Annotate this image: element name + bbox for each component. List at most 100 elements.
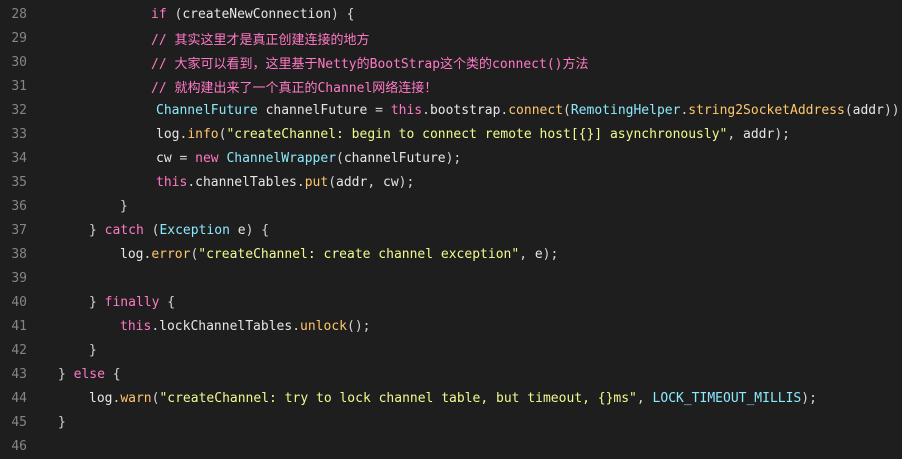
code-token: . bbox=[292, 318, 301, 334]
code-token: . bbox=[151, 318, 160, 334]
code-token: LOCK_TIMEOUT_MILLIS bbox=[652, 390, 802, 406]
code-line: 33 log.info("createChannel: begin to conn… bbox=[0, 122, 902, 146]
code-token: channelFuture bbox=[265, 102, 368, 118]
code-line: 29 // 其实这里才是真正创建连接的地方 bbox=[0, 26, 902, 50]
code-text: cw = new ChannelWrapper(channelFuture); bbox=[58, 151, 461, 166]
code-line: 28 if (createNewConnection) { bbox=[0, 2, 902, 26]
line-number: 36 bbox=[11, 198, 27, 214]
code-token: ChannelWrapper bbox=[226, 150, 337, 166]
code-token: "createChannel: begin to connect remote … bbox=[226, 126, 728, 142]
code-token: error bbox=[151, 246, 191, 262]
line-number: 37 bbox=[11, 222, 27, 238]
code-line: 30 // 大家可以看到，这里基于Netty的BootStrap这个类的conne… bbox=[0, 50, 902, 74]
code-token: warn bbox=[120, 390, 152, 406]
code-token: . bbox=[296, 174, 305, 190]
line-number: 34 bbox=[11, 150, 27, 166]
code-token: info bbox=[187, 126, 219, 142]
code-token: e bbox=[534, 246, 543, 262]
code-token: log bbox=[156, 126, 180, 142]
code-token: string2SocketAddress bbox=[688, 102, 845, 118]
code-line: 40} finally { bbox=[0, 290, 902, 314]
code-token: // 大家可以看到，这里基于Netty的BootStrap这个类的connect… bbox=[151, 56, 589, 72]
code-token: e bbox=[237, 222, 246, 238]
code-token: ( bbox=[328, 174, 337, 190]
code-text: // 大家可以看到，这里基于Netty的BootStrap这个类的connect… bbox=[58, 53, 589, 72]
code-line: 39 bbox=[0, 266, 902, 290]
code-line: 37} catch (Exception e) { bbox=[0, 218, 902, 242]
code-token: } bbox=[89, 222, 105, 238]
code-text: this.lockChannelTables.unlock(); bbox=[58, 319, 370, 334]
code-editor: 28 if (createNewConnection) { 29 // 其实这里才是真… bbox=[0, 0, 902, 459]
code-line: 45} bbox=[0, 410, 902, 434]
code-token: ); bbox=[801, 390, 817, 406]
code-token: "createChannel: try to lock channel tabl… bbox=[159, 390, 637, 406]
line-number: 35 bbox=[11, 174, 27, 190]
code-token: "createChannel: create channel exception… bbox=[198, 246, 520, 262]
code-token: ( bbox=[143, 222, 160, 238]
code-text: } bbox=[58, 343, 97, 358]
code-line: 44 log.warn("createChannel: try to lock c… bbox=[0, 386, 902, 410]
code-token: lockChannelTables bbox=[159, 318, 293, 334]
code-token: . bbox=[422, 102, 430, 118]
code-token: ( bbox=[844, 102, 853, 118]
code-token: if bbox=[151, 6, 167, 22]
line-number: 31 bbox=[11, 78, 27, 94]
code-token: , bbox=[727, 126, 744, 142]
code-text: ChannelFuture channelFuture = this.boots… bbox=[58, 103, 902, 118]
code-token: cw bbox=[156, 150, 172, 166]
code-text: // 就构建出来了一个真正的Channel网络连接！ bbox=[58, 77, 437, 96]
line-number: 32 bbox=[11, 102, 27, 118]
code-token: , bbox=[519, 246, 535, 262]
line-number: 46 bbox=[11, 438, 27, 454]
code-token: } bbox=[58, 366, 74, 382]
code-token: addr bbox=[852, 102, 884, 118]
line-number: 30 bbox=[11, 54, 27, 70]
line-number: 29 bbox=[11, 30, 27, 46]
code-token: Exception bbox=[159, 222, 230, 238]
line-number: 44 bbox=[11, 390, 27, 406]
line-number: 33 bbox=[11, 126, 27, 142]
line-number: 28 bbox=[11, 6, 27, 22]
line-number: 41 bbox=[11, 318, 27, 334]
code-line: 34 cw = new ChannelWrapper(channelFuture)… bbox=[0, 146, 902, 170]
code-token: } bbox=[89, 342, 97, 358]
code-token: { bbox=[104, 366, 121, 382]
code-token: ( bbox=[166, 6, 183, 22]
code-token: channelTables bbox=[195, 174, 297, 190]
code-line: 46 bbox=[0, 434, 902, 458]
code-token: addr bbox=[743, 126, 775, 142]
line-number: 39 bbox=[11, 270, 27, 286]
code-token: ( bbox=[336, 150, 344, 166]
code-token: addr bbox=[336, 174, 368, 190]
code-token: catch bbox=[104, 222, 144, 238]
code-token: connect bbox=[508, 102, 564, 118]
code-token: = bbox=[367, 102, 391, 118]
code-line: 42} bbox=[0, 338, 902, 362]
code-token: ); bbox=[774, 126, 790, 142]
code-token: , bbox=[367, 174, 383, 190]
code-token: (); bbox=[347, 318, 371, 334]
code-token: , bbox=[636, 390, 653, 406]
code-token: // 其实这里才是真正创建连接的地方 bbox=[151, 32, 370, 48]
code-token: ); bbox=[398, 174, 415, 190]
code-line: 36} bbox=[0, 194, 902, 218]
code-token: put bbox=[304, 174, 329, 190]
code-token: this bbox=[120, 318, 152, 334]
code-token: } bbox=[89, 294, 105, 310]
code-line: 41 this.lockChannelTables.unlock(); bbox=[0, 314, 902, 338]
code-token: this bbox=[156, 174, 188, 190]
code-token: ( bbox=[563, 102, 571, 118]
code-token: this bbox=[390, 102, 423, 118]
line-number: 38 bbox=[11, 246, 27, 262]
code-token: unlock bbox=[300, 318, 347, 334]
code-token: RemotingHelper bbox=[570, 102, 681, 118]
code-line: 32 ChannelFuture channelFuture = this.boo… bbox=[0, 98, 902, 122]
code-token: new bbox=[195, 150, 219, 166]
line-number: 45 bbox=[11, 414, 27, 430]
code-text: // 其实这里才是真正创建连接的地方 bbox=[58, 29, 369, 48]
code-token: else bbox=[73, 366, 105, 382]
code-token: log bbox=[120, 246, 144, 262]
code-text: } finally { bbox=[58, 295, 175, 310]
code-text: if (createNewConnection) { bbox=[58, 7, 355, 22]
